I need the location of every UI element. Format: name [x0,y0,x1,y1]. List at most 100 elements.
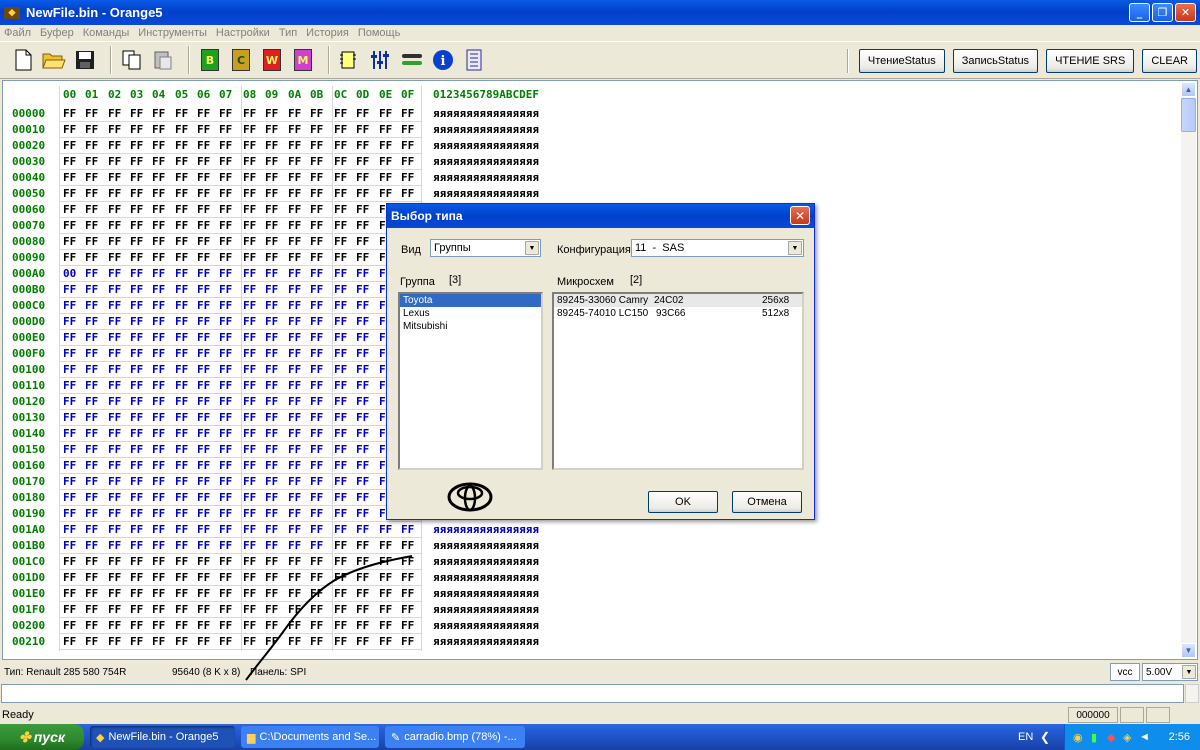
config-select[interactable]: 11 - SAS ▼ [631,239,804,257]
hex-byte[interactable]: FF [288,283,301,296]
hex-byte[interactable]: FF [108,587,121,600]
hex-byte[interactable]: FF [197,395,210,408]
hex-byte[interactable]: FF [152,331,165,344]
connection-icon[interactable] [399,47,425,73]
hex-byte[interactable]: FF [63,603,76,616]
hex-byte[interactable]: FF [219,587,232,600]
hex-row[interactable]: 001B0 FF FF FF FF FF FF FF FF FF FF FF FF FF FF FF FF яяя… [3,537,573,553]
hex-byte[interactable]: FF [108,219,121,232]
hex-byte[interactable]: FF [310,187,323,200]
ascii-column[interactable]: яяяяяяяяяяяяяяяя [433,603,539,616]
hex-byte[interactable]: FF [356,219,369,232]
hex-byte[interactable]: FF [152,203,165,216]
hex-byte[interactable]: FF [175,171,188,184]
info-icon[interactable]: i [430,47,456,73]
hex-byte[interactable]: FF [85,171,98,184]
hex-byte[interactable]: FF [85,219,98,232]
menu-history[interactable]: История [306,27,349,39]
open-folder-icon[interactable] [41,47,67,73]
hex-byte[interactable]: FF [175,427,188,440]
hex-byte[interactable]: FF [63,395,76,408]
hex-byte[interactable]: FF [152,635,165,648]
ascii-column[interactable]: яяяяяяяяяяяяяяяя [433,619,539,632]
hex-byte[interactable]: FF [197,107,210,120]
hex-byte[interactable]: FF [288,267,301,280]
hex-byte[interactable]: FF [108,555,121,568]
hex-byte[interactable]: FF [197,571,210,584]
hex-byte[interactable]: FF [63,203,76,216]
hex-byte[interactable]: FF [108,203,121,216]
hex-byte[interactable]: FF [379,587,392,600]
hex-byte[interactable]: FF [85,491,98,504]
hex-byte[interactable]: FF [334,171,347,184]
hex-byte[interactable]: FF [310,587,323,600]
hex-row[interactable]: 00030 FF FF FF FF FF FF FF FF FF FF FF FF FF FF FF FF яяя… [3,153,573,169]
menu-file[interactable]: Файл [4,27,31,39]
hex-byte[interactable]: FF [334,283,347,296]
hex-byte[interactable]: FF [379,523,392,536]
hex-byte[interactable]: FF [108,539,121,552]
hex-byte[interactable]: FF [356,523,369,536]
calculator-icon[interactable] [461,47,487,73]
hex-byte[interactable]: FF [108,411,121,424]
hex-byte[interactable]: FF [219,107,232,120]
hex-byte[interactable]: FF [85,379,98,392]
hex-byte[interactable]: FF [288,107,301,120]
hex-byte[interactable]: FF [219,299,232,312]
hex-byte[interactable]: FF [175,411,188,424]
hex-byte[interactable]: FF [219,363,232,376]
hex-byte[interactable]: FF [265,603,278,616]
menu-buffer[interactable]: Буфер [40,27,74,39]
hex-byte[interactable]: FF [175,187,188,200]
hex-byte[interactable]: FF [130,123,143,136]
hex-byte[interactable]: FF [265,475,278,488]
hex-byte[interactable]: FF [219,475,232,488]
hex-byte[interactable]: FF [334,555,347,568]
save-icon[interactable] [72,47,98,73]
hex-byte[interactable]: FF [175,587,188,600]
hex-byte[interactable]: FF [356,315,369,328]
hex-byte[interactable]: FF [265,379,278,392]
hex-byte[interactable]: FF [310,379,323,392]
hex-byte[interactable]: FF [219,251,232,264]
hex-byte[interactable]: FF [356,123,369,136]
hex-byte[interactable]: FF [288,139,301,152]
hex-byte[interactable]: FF [379,635,392,648]
hex-byte[interactable]: FF [85,155,98,168]
hex-byte[interactable]: FF [243,123,256,136]
hex-byte[interactable]: FF [130,635,143,648]
hex-byte[interactable]: FF [219,203,232,216]
hex-byte[interactable]: FF [152,363,165,376]
hex-byte[interactable]: FF [310,395,323,408]
hex-byte[interactable]: FF [243,171,256,184]
hex-byte[interactable]: FF [265,411,278,424]
hex-byte[interactable]: FF [175,299,188,312]
hex-byte[interactable]: FF [243,427,256,440]
hex-byte[interactable]: FF [108,123,121,136]
hex-byte[interactable]: FF [175,555,188,568]
ascii-column[interactable]: яяяяяяяяяяяяяяяя [433,123,539,136]
hex-byte[interactable]: FF [379,187,392,200]
menu-tools[interactable]: Инструменты [138,27,207,39]
hex-byte[interactable]: FF [334,219,347,232]
hex-byte[interactable]: FF [197,587,210,600]
hex-byte[interactable]: FF [288,443,301,456]
hex-byte[interactable]: FF [288,571,301,584]
hex-byte[interactable]: FF [356,155,369,168]
hex-byte[interactable]: FF [356,203,369,216]
hex-byte[interactable]: FF [152,395,165,408]
chevron-left-icon[interactable]: ❮ [1040,730,1050,744]
hex-byte[interactable]: FF [197,171,210,184]
hex-byte[interactable]: FF [310,603,323,616]
hex-byte[interactable]: FF [310,203,323,216]
menu-help[interactable]: Помощь [358,27,401,39]
hex-byte[interactable]: FF [243,331,256,344]
hex-byte[interactable]: FF [108,603,121,616]
ascii-column[interactable]: яяяяяяяяяяяяяяяя [433,187,539,200]
hex-row[interactable]: 00040 FF FF FF FF FF FF FF FF FF FF FF FF FF FF FF FF яяя… [3,169,573,185]
hex-byte[interactable]: FF [219,571,232,584]
hex-byte[interactable]: FF [63,539,76,552]
view-select[interactable]: Группы ▼ [430,239,541,257]
hex-byte[interactable]: FF [175,571,188,584]
hex-byte[interactable]: FF [108,475,121,488]
